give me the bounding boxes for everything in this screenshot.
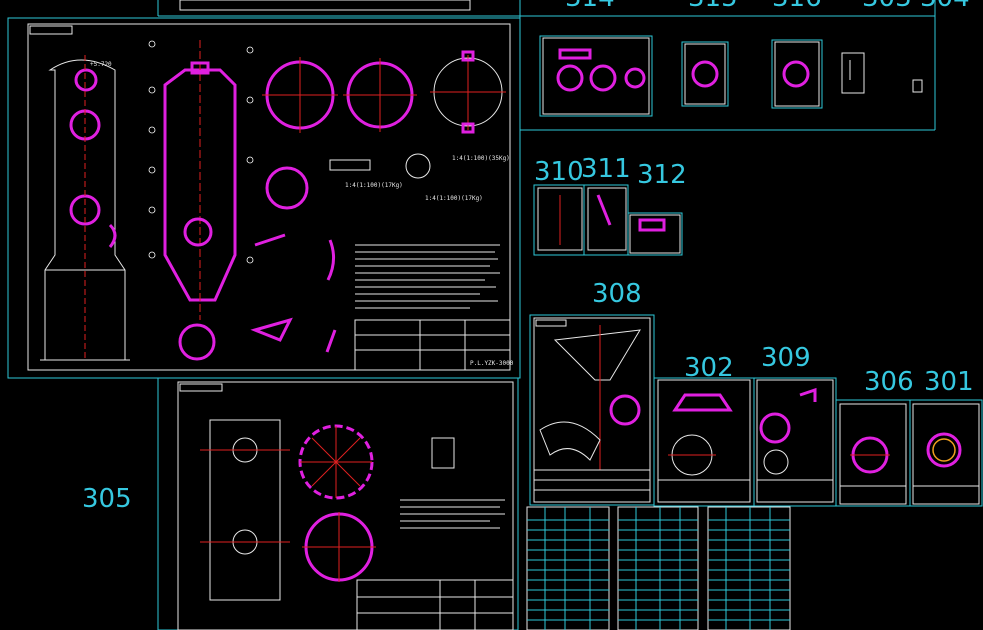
thumb-sheet-311[interactable] — [583, 184, 629, 256]
thumb-sheet-310[interactable] — [533, 184, 585, 256]
svg-text:316: 316 — [772, 0, 822, 13]
flange-ring-views — [262, 50, 506, 134]
thumb-sheet-312[interactable] — [627, 212, 683, 256]
vessel-elevation-view: +5.720 — [40, 55, 130, 361]
label-311: 311 — [581, 154, 631, 184]
svg-text:304: 304 — [920, 0, 970, 13]
label-309: 309 — [761, 343, 811, 373]
label-301: 301 — [924, 367, 974, 397]
thumb-sheet-303[interactable] — [841, 52, 865, 94]
label-305: 305 — [82, 484, 132, 514]
top-edge-lines — [157, 0, 936, 131]
thumb-sheet-314[interactable] — [539, 35, 653, 117]
parts-table-3[interactable] — [707, 506, 791, 630]
thumb-sheet-308[interactable] — [529, 314, 655, 506]
main-vessel-sheet[interactable]: +5.720 1:4(1:100)(17Kg) 1:4(1:100)(17Kg)… — [7, 17, 521, 379]
thumb-sheet-316[interactable] — [771, 39, 823, 109]
svg-text:314: 314 — [565, 0, 615, 13]
label-312: 312 — [637, 160, 687, 190]
svg-text:P.L.YZK-3000: P.L.YZK-3000 — [470, 360, 514, 367]
parts-table-1[interactable] — [526, 506, 610, 630]
thumb-sheet-309[interactable] — [753, 377, 837, 507]
label-308: 308 — [592, 279, 642, 309]
main-title-block: P.L.YZK-3000 — [354, 319, 514, 371]
svg-text:+5.720: +5.720 — [90, 61, 112, 68]
label-310: 310 — [534, 157, 584, 187]
thumb-sheet-306[interactable] — [835, 399, 911, 507]
cad-drawing-canvas[interactable]: +5.720 1:4(1:100)(17Kg) 1:4(1:100)(17Kg)… — [0, 0, 983, 630]
technical-notes-block — [355, 244, 500, 309]
svg-text:1:4(1:100)(17Kg): 1:4(1:100)(17Kg) — [425, 195, 483, 202]
parts-table-2[interactable] — [617, 506, 699, 630]
detail-views: 1:4(1:100)(17Kg) 1:4(1:100)(17Kg) 1:4(1:… — [178, 153, 510, 361]
svg-text:315: 315 — [688, 0, 738, 13]
svg-text:303: 303 — [862, 0, 912, 13]
thumb-sheet-301[interactable] — [909, 399, 983, 507]
partial-top-labels: 314 315 316 303 304 — [565, 0, 970, 13]
svg-text:1:4(1:100)(35Kg): 1:4(1:100)(35Kg) — [452, 155, 510, 162]
thumb-sheet-304[interactable] — [912, 79, 923, 93]
vessel-section-view — [148, 40, 254, 320]
sheet-305[interactable] — [157, 377, 519, 630]
thumb-sheet-315[interactable] — [681, 41, 729, 107]
svg-text:1:4(1:100)(17Kg): 1:4(1:100)(17Kg) — [345, 182, 403, 189]
thumb-sheet-302[interactable] — [653, 377, 755, 507]
label-306: 306 — [864, 367, 914, 397]
